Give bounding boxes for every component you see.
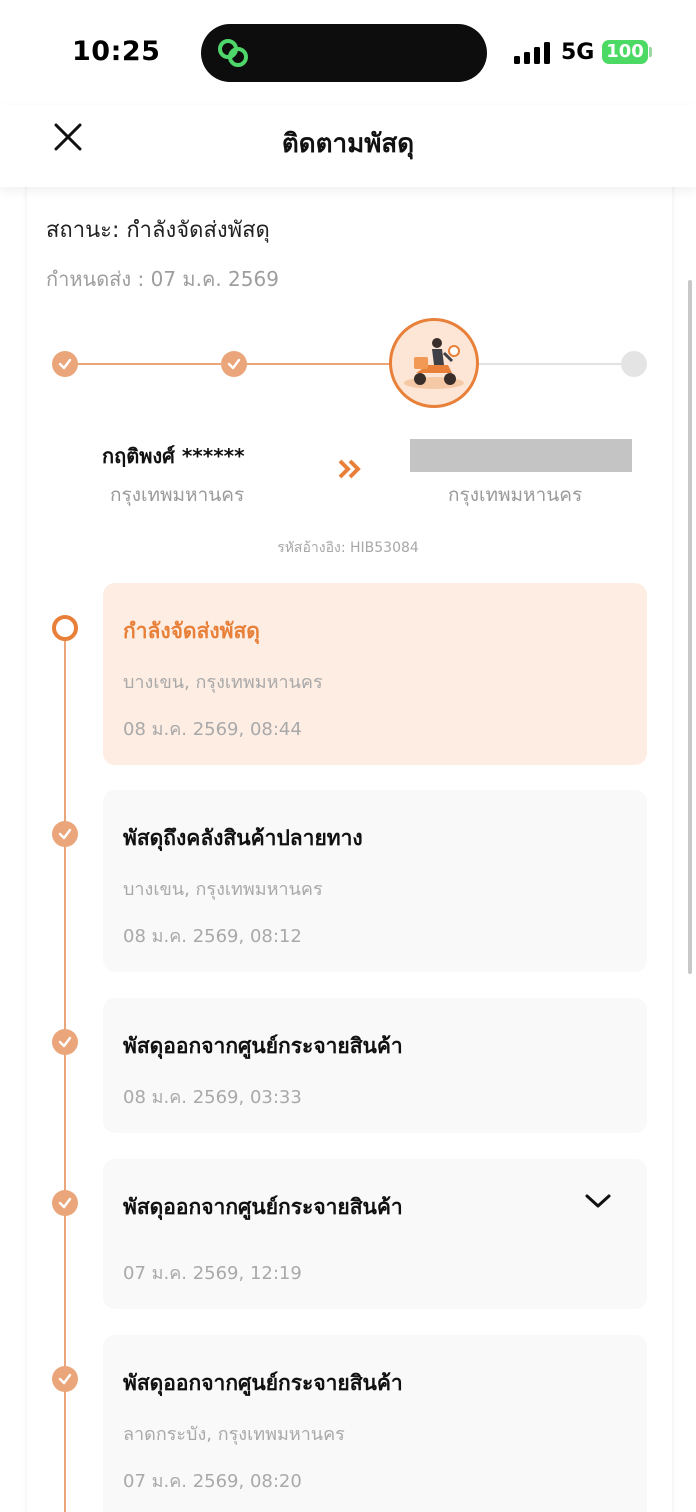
due-date: กำหนดส่ง : 07 ม.ค. 2569: [46, 267, 279, 291]
timeline-done-dot: [52, 1190, 78, 1216]
step-done-2: [221, 351, 247, 377]
event-time: 08 ม.ค. 2569, 08:12: [123, 926, 302, 947]
event-title: พัสดุออกจากศูนย์กระจายสินค้า: [123, 1195, 403, 1219]
tracking-event[interactable]: พัสดุถึงคลังสินค้าปลายทาง บางเขน, กรุงเท…: [103, 790, 647, 972]
page-title: ติดตามพัสดุ: [281, 129, 415, 159]
sender-city: กรุงเทพมหานคร: [110, 484, 245, 506]
event-title: พัสดุออกจากศูนย์กระจายสินค้า: [123, 1371, 403, 1395]
check-icon: [58, 1197, 72, 1209]
step-done-1: [52, 351, 78, 377]
tracking-event[interactable]: พัสดุออกจากศูนย์กระจายสินค้า 07 ม.ค. 256…: [103, 1159, 647, 1309]
app-link-icon: [218, 39, 248, 67]
event-time: 07 ม.ค. 2569, 08:20: [123, 1471, 302, 1492]
receiver-name-redacted: [410, 439, 632, 472]
chevron-down-icon[interactable]: [583, 1191, 613, 1211]
event-time: 07 ม.ค. 2569, 12:19: [123, 1263, 302, 1284]
check-icon: [58, 358, 72, 370]
event-location: บางเขน, กรุงเทพมหานคร: [123, 672, 323, 693]
scrollbar[interactable]: [688, 280, 692, 974]
battery-icon: 100: [602, 40, 648, 64]
check-icon: [58, 1036, 72, 1048]
tracking-event[interactable]: กำลังจัดส่งพัสดุ บางเขน, กรุงเทพมหานคร 0…: [103, 583, 647, 765]
event-time: 08 ม.ค. 2569, 08:44: [123, 719, 302, 740]
timeline-current-dot: [52, 615, 78, 641]
event-location: บางเขน, กรุงเทพมหานคร: [123, 879, 323, 900]
event-location: ลาดกระบัง, กรุงเทพมหานคร: [123, 1424, 345, 1445]
network-type: 5G: [561, 40, 595, 65]
sender-name: กฤติพงศ์ ******: [102, 444, 245, 468]
step-pending: [621, 351, 647, 377]
reference-code: รหัสอ้างอิง: HIB53084: [277, 540, 419, 556]
receiver-city: กรุงเทพมหานคร: [448, 484, 583, 506]
status-time: 10:25: [72, 36, 161, 67]
progress-line-pending: [475, 363, 635, 365]
timeline-done-dot: [52, 821, 78, 847]
event-title: พัสดุออกจากศูนย์กระจายสินค้า: [123, 1034, 403, 1058]
dynamic-island: [201, 24, 487, 82]
tracking-event[interactable]: พัสดุออกจากศูนย์กระจายสินค้า 08 ม.ค. 256…: [103, 998, 647, 1133]
tracking-event[interactable]: พัสดุออกจากศูนย์กระจายสินค้า ลาดกระบัง, …: [103, 1335, 647, 1512]
event-time: 08 ม.ค. 2569, 03:33: [123, 1087, 302, 1108]
check-icon: [58, 828, 72, 840]
delivery-progress: [50, 318, 650, 410]
status-bar: 10:25 5G 100: [0, 0, 696, 105]
signal-icon: [514, 42, 550, 64]
courier-scooter-icon: [404, 338, 464, 389]
check-icon: [58, 1373, 72, 1385]
battery-tip: [649, 47, 652, 57]
app-header: ติดตามพัสดุ: [0, 105, 696, 187]
timeline-done-dot: [52, 1029, 78, 1055]
timeline-done-dot: [52, 1366, 78, 1392]
shipment-status: สถานะ: กำลังจัดส่งพัสดุ: [46, 218, 270, 243]
event-title: พัสดุถึงคลังสินค้าปลายทาง: [123, 826, 363, 850]
double-chevron-right-icon: [338, 459, 361, 479]
check-icon: [227, 358, 241, 370]
step-current: [389, 318, 479, 408]
event-title: กำลังจัดส่งพัสดุ: [123, 619, 260, 643]
